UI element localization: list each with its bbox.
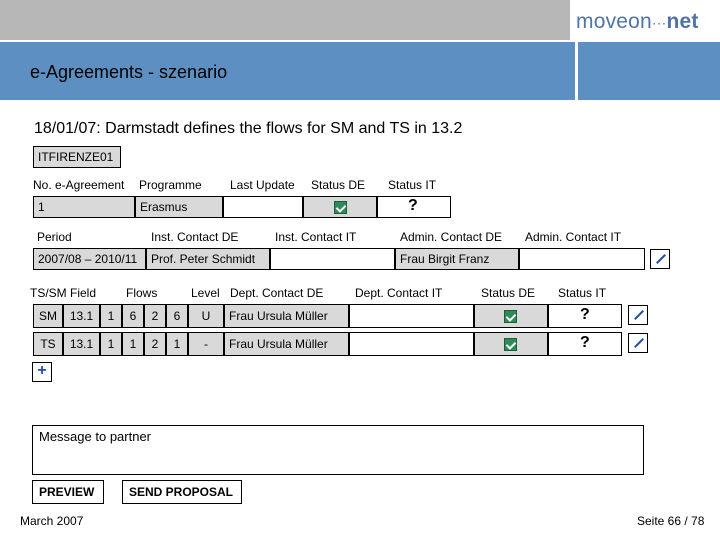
flow-type-cell: SM (33, 304, 63, 328)
agreement-number-field: 1 (33, 196, 135, 218)
flow-value-cell: 1 (100, 304, 122, 328)
title-bar-right (578, 42, 720, 100)
add-flow-button[interactable]: + (32, 362, 52, 382)
flow-field-cell: 13.1 (63, 332, 100, 356)
flow-value-cell: 1 (100, 332, 122, 356)
period-field: 2007/08 – 2010/11 (33, 248, 146, 270)
footer-date: March 2007 (20, 514, 84, 528)
label-last-update: Last Update (230, 178, 295, 192)
dept-contact-it-field[interactable] (349, 332, 474, 356)
label-dept-contact-it: Dept. Contact IT (355, 286, 443, 300)
label-flow-status-de: Status DE (481, 286, 536, 300)
page-number: Seite 66 / 78 (637, 514, 705, 528)
edit-pen-icon[interactable] (628, 333, 648, 353)
check-icon[interactable] (504, 310, 517, 323)
flow-level-cell: - (188, 332, 224, 356)
label-status-it: Status IT (388, 178, 437, 192)
moveon-logo: moveon···net (576, 10, 720, 40)
label-period: Period (37, 230, 72, 244)
label-level: Level (191, 286, 220, 300)
agreement-code: ITFIRENZE01 (33, 146, 121, 168)
label-inst-contact-it: Inst. Contact IT (275, 230, 357, 244)
label-dept-contact-de: Dept. Contact DE (230, 286, 324, 300)
send-proposal-button[interactable]: SEND PROPOSAL (122, 480, 242, 504)
inst-contact-de-field: Prof. Peter Schmidt (146, 248, 270, 270)
question-icon[interactable]: ? (408, 197, 418, 215)
label-no-agreement: No. e-Agreement (33, 178, 125, 192)
dept-contact-de-field: Frau Ursula Müller (224, 304, 349, 328)
logo-text-right: net (666, 10, 699, 33)
flow-value-cell: 6 (166, 304, 188, 328)
dept-contact-de-field: Frau Ursula Müller (224, 332, 349, 356)
message-to-partner-input[interactable]: Message to partner (32, 425, 644, 475)
edit-pen-icon[interactable] (628, 305, 648, 325)
flow-value-cell: 2 (144, 304, 166, 328)
edit-pen-icon[interactable] (650, 249, 670, 269)
label-programme: Programme (139, 178, 202, 192)
flow-value-cell: 1 (166, 332, 188, 356)
page-title: e-Agreements - szenario (30, 62, 228, 82)
preview-button[interactable]: PREVIEW (32, 480, 104, 504)
question-icon[interactable]: ? (580, 306, 590, 324)
admin-contact-de-field: Frau Birgit Franz (395, 248, 519, 270)
programme-field: Erasmus (135, 196, 223, 218)
flow-type-cell: TS (33, 332, 63, 356)
label-admin-contact-de: Admin. Contact DE (400, 230, 503, 244)
label-status-de: Status DE (311, 178, 366, 192)
label-flow-status-it: Status IT (558, 286, 607, 300)
logo-text-left: moveon (576, 10, 652, 33)
question-icon[interactable]: ? (580, 334, 590, 352)
check-icon[interactable] (504, 338, 517, 351)
flow-value-cell: 1 (122, 332, 144, 356)
label-flows: Flows (126, 286, 158, 300)
page-subtitle: 18/01/07: Darmstadt defines the flows fo… (34, 120, 463, 137)
flow-value-cell: 2 (144, 332, 166, 356)
label-admin-contact-it: Admin. Contact IT (525, 230, 622, 244)
admin-contact-it-field[interactable] (519, 248, 645, 270)
flow-value-cell: 6 (122, 304, 144, 328)
label-field: TS/SM Field (30, 286, 97, 300)
top-bar (0, 0, 570, 40)
logo-dots: ··· (651, 14, 667, 31)
flow-level-cell: U (188, 304, 224, 328)
dept-contact-it-field[interactable] (349, 304, 474, 328)
flow-field-cell: 13.1 (63, 304, 100, 328)
check-icon[interactable] (334, 201, 347, 214)
inst-contact-it-field[interactable] (270, 248, 395, 270)
label-inst-contact-de: Inst. Contact DE (151, 230, 239, 244)
last-update-field (223, 196, 303, 218)
